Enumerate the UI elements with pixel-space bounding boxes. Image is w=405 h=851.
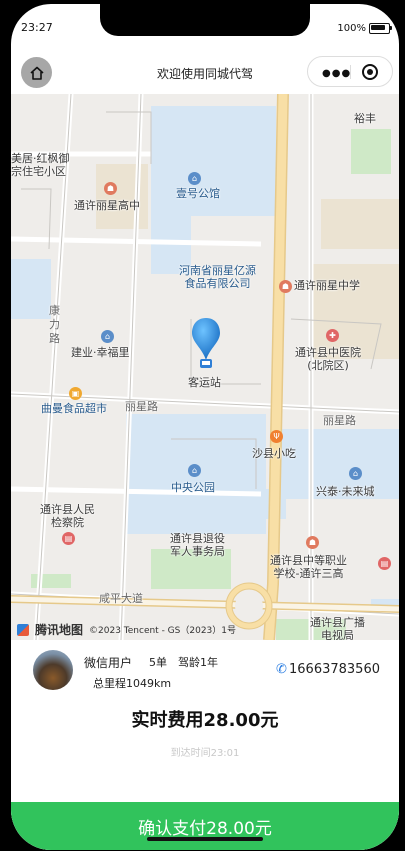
capsule-divider xyxy=(350,65,351,79)
government-icon: ▤ xyxy=(378,557,391,570)
map-label: 中央公园 xyxy=(171,481,215,494)
map-label: 壹号公馆 xyxy=(176,187,220,200)
map-attribution: 腾讯地图 ©2023 Tencent - GS（2023）1号 xyxy=(17,621,236,638)
notch xyxy=(100,4,310,36)
nav-bar: 欢迎使用同城代驾 ●●● xyxy=(11,49,399,94)
school-icon: ☗ xyxy=(104,182,117,195)
phone-icon[interactable]: ✆ xyxy=(276,662,287,677)
battery-icon xyxy=(369,23,390,34)
road-label: 丽星路 xyxy=(125,400,158,413)
battery-tip xyxy=(390,26,392,30)
driver-orders: 5单 xyxy=(149,656,167,669)
screen: 23:27 100% 欢迎使用同城代驾 ●●● ☗ ⌂ ☗ ⌂ ✚ ▣ Ψ ⌂ … xyxy=(11,4,399,850)
confirm-pay-button[interactable]: 确认支付28.00元 xyxy=(11,802,399,850)
shop-icon: ▣ xyxy=(69,387,82,400)
map-label: 裕丰 xyxy=(354,112,376,125)
road-label: 咸平大道 xyxy=(99,592,143,605)
map-view[interactable]: ☗ ⌂ ☗ ⌂ ✚ ▣ Ψ ⌂ ⌂ ▤ ☗ ▤ 裕丰 美居·红枫御 宗住宅小区 … xyxy=(11,94,399,640)
map-label: 建业·幸福里 xyxy=(71,346,130,359)
residence-icon: ⌂ xyxy=(188,172,201,185)
residence-icon: ⌂ xyxy=(101,330,114,343)
map-logo-text: 腾讯地图 xyxy=(35,623,84,637)
phone-frame: 23:27 100% 欢迎使用同城代驾 ●●● ☗ ⌂ ☗ ⌂ ✚ ▣ Ψ ⌂ … xyxy=(0,0,405,851)
residence-icon: ⌂ xyxy=(349,467,362,480)
map-label: 兴泰·未来城 xyxy=(316,485,375,498)
map-label: 通许县人民 检察院 xyxy=(40,503,95,529)
map-label: 通许县广播 电视局 xyxy=(310,616,365,640)
order-panel: 微信用户 5单 驾龄1年 总里程1049km ✆ 16663783560 实时费… xyxy=(11,640,399,850)
map-label: 美居·红枫御 宗住宅小区 xyxy=(11,152,70,178)
status-time: 23:27 xyxy=(21,21,53,34)
map-label: 河南省丽星亿源 食品有限公司 xyxy=(179,264,256,290)
school-icon: ☗ xyxy=(279,280,292,293)
government-icon: ▤ xyxy=(62,532,75,545)
realtime-fee: 实时费用28.00元 xyxy=(131,710,279,731)
avatar xyxy=(33,650,73,690)
driver-phone-link[interactable]: 16663783560 xyxy=(289,662,380,677)
road-label: 康 力 路 xyxy=(49,304,60,345)
driver-age: 驾龄1年 xyxy=(178,656,218,669)
food-icon: Ψ xyxy=(270,430,283,443)
map-label: 曲曼食品超市 xyxy=(41,402,107,415)
driver-name: 微信用户 xyxy=(84,656,133,670)
mini-program-capsule: ●●● xyxy=(307,56,393,87)
driver-mileage: 总里程1049km xyxy=(93,677,172,690)
road-label: 丽星路 xyxy=(323,414,356,427)
map-label: 通许县中医院 (北院区) xyxy=(295,346,361,372)
map-copyright: ©2023 Tencent - GS（2023）1号 xyxy=(89,626,236,636)
home-indicator xyxy=(147,837,263,841)
location-pin-icon xyxy=(192,318,220,368)
more-icon[interactable]: ●●● xyxy=(322,68,351,79)
map-label: 沙县小吃 xyxy=(252,447,296,460)
arrival-time: 到达时间23:01 xyxy=(170,748,240,759)
map-label: 通许丽星高中 xyxy=(74,199,140,212)
park-icon: ⌂ xyxy=(188,464,201,477)
map-label: 通许丽星中学 xyxy=(294,279,360,292)
close-circle-icon[interactable] xyxy=(362,64,378,80)
tencent-map-logo-icon xyxy=(17,623,29,636)
hospital-icon: ✚ xyxy=(326,329,339,342)
map-label: 客运站 xyxy=(188,376,221,389)
map-label: 通许县退役 军人事务局 xyxy=(170,532,225,558)
school-icon: ☗ xyxy=(306,536,319,549)
map-label: 通许县中等职业 学校-通许三高 xyxy=(270,554,347,580)
battery-percent: 100% xyxy=(337,23,366,34)
